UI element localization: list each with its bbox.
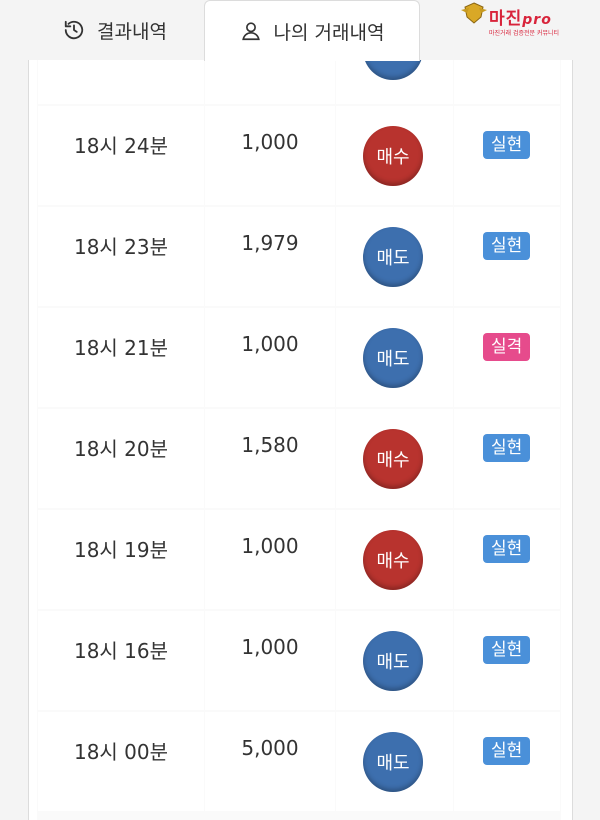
- time-cell: 18시 16분: [38, 611, 204, 710]
- user-icon: [241, 22, 260, 41]
- result-cell: 실현: [454, 510, 560, 609]
- time-cell: 18시 21분: [38, 308, 204, 407]
- side-label: 매도: [376, 349, 410, 370]
- trade-time: 18시 20분: [73, 437, 169, 461]
- table-row: 18시 23분 1,979 매도 실현: [37, 207, 561, 307]
- amount-cell: 5,000: [205, 712, 335, 811]
- table-row: 18시 24분 1,000 매수 실현: [37, 106, 561, 206]
- amount-cell: 1,000: [205, 510, 335, 609]
- result-badge: 실현: [483, 131, 531, 159]
- side-label: 매도: [376, 753, 410, 774]
- side-button[interactable]: 매수: [363, 429, 423, 489]
- trade-amount: 1,580: [241, 433, 299, 457]
- trade-amount: 1,000: [241, 332, 299, 356]
- side-label: 매수: [376, 450, 410, 471]
- time-cell: 18시 20분: [38, 409, 204, 508]
- trade-time: 18시 19분: [73, 538, 169, 562]
- side-label: 매도: [376, 652, 410, 673]
- result-badge: 실현: [483, 636, 531, 664]
- result-cell: 실격: [454, 308, 560, 407]
- history-icon: [64, 20, 84, 40]
- trade-time: 18시 23분: [73, 235, 169, 259]
- side-button[interactable]: 매도: [363, 631, 423, 691]
- result-badge: 실현: [483, 434, 531, 462]
- result-badge: 실현: [483, 232, 531, 260]
- trade-amount: 1,000: [241, 130, 299, 154]
- side-button[interactable]: 매도: [363, 732, 423, 792]
- side-label: 매도: [376, 248, 410, 269]
- result-badge: 실현: [483, 535, 531, 563]
- side-cell: 매수: [336, 510, 453, 609]
- tab-results[interactable]: 결과내역: [27, 0, 203, 60]
- time-cell: 18시 00분: [38, 712, 204, 811]
- result-badge: 실현: [483, 737, 531, 765]
- tab-results-label: 결과내역: [97, 20, 167, 43]
- amount-cell: 1,000: [205, 106, 335, 205]
- table-row: 18시 20분 1,580 매수 실현: [37, 409, 561, 509]
- amount-cell: 1,000: [205, 611, 335, 710]
- amount-cell: 1,979: [205, 207, 335, 306]
- result-cell: 실현: [454, 712, 560, 811]
- result-cell: 실현: [454, 611, 560, 710]
- logo-text: 마진pro: [489, 9, 552, 29]
- side-button[interactable]: 매수: [363, 126, 423, 186]
- result-cell: 실현: [454, 106, 560, 205]
- amount-cell: 1,000: [205, 308, 335, 407]
- trade-time: 18시 21분: [73, 336, 169, 360]
- side-button[interactable]: 매도: [363, 328, 423, 388]
- side-cell: 매도: [336, 207, 453, 306]
- side-cell: 매도: [336, 712, 453, 811]
- table-row: 18시 19분 1,000 매수 실현: [37, 510, 561, 610]
- table-row: 18시 21분 1,000 매도 실격: [37, 308, 561, 408]
- side-label: 매수: [376, 551, 410, 572]
- tab-my-trades-label: 나의 거래내역: [273, 21, 385, 44]
- side-button[interactable]: 매도: [363, 227, 423, 287]
- site-logo: 마진pro 마진거래 검증전문 커뮤니티: [461, 2, 573, 42]
- tab-bar: 결과내역 나의 거래내역 마진pro 마진거래 검증전문 커뮤니티: [0, 0, 600, 61]
- side-cell: 매도: [336, 308, 453, 407]
- side-cell: 매도: [336, 611, 453, 710]
- trade-history-table: 매도 18시 24분 1,000 매수 실현 18시 23분 1,979 매도: [37, 5, 561, 820]
- trade-time: 18시 24분: [73, 134, 169, 158]
- trade-time: 18시 16분: [73, 639, 169, 663]
- amount-cell: 1,580: [205, 409, 335, 508]
- trade-amount: 1,000: [241, 534, 299, 558]
- logo-badge-icon: [461, 2, 487, 24]
- trade-amount: 1,979: [241, 231, 299, 255]
- side-cell: 매수: [336, 106, 453, 205]
- time-cell: 18시 23분: [38, 207, 204, 306]
- table-row: 18시 00분 5,000 매도 실현: [37, 712, 561, 812]
- result-cell: 실현: [454, 409, 560, 508]
- result-badge: 실격: [483, 333, 531, 361]
- result-cell: 실현: [454, 207, 560, 306]
- table-row: 18시 16분 1,000 매도 실현: [37, 611, 561, 711]
- trade-amount: 1,000: [241, 635, 299, 659]
- time-cell: 18시 24분: [38, 106, 204, 205]
- side-label: 매수: [376, 147, 410, 168]
- trade-amount: 5,000: [241, 736, 299, 760]
- trade-time: 18시 00분: [73, 740, 169, 764]
- logo-tagline: 마진거래 검증전문 커뮤니티: [489, 30, 560, 37]
- time-cell: 18시 19분: [38, 510, 204, 609]
- tab-my-trades[interactable]: 나의 거래내역: [204, 0, 420, 61]
- side-button[interactable]: 매수: [363, 530, 423, 590]
- side-cell: 매수: [336, 409, 453, 508]
